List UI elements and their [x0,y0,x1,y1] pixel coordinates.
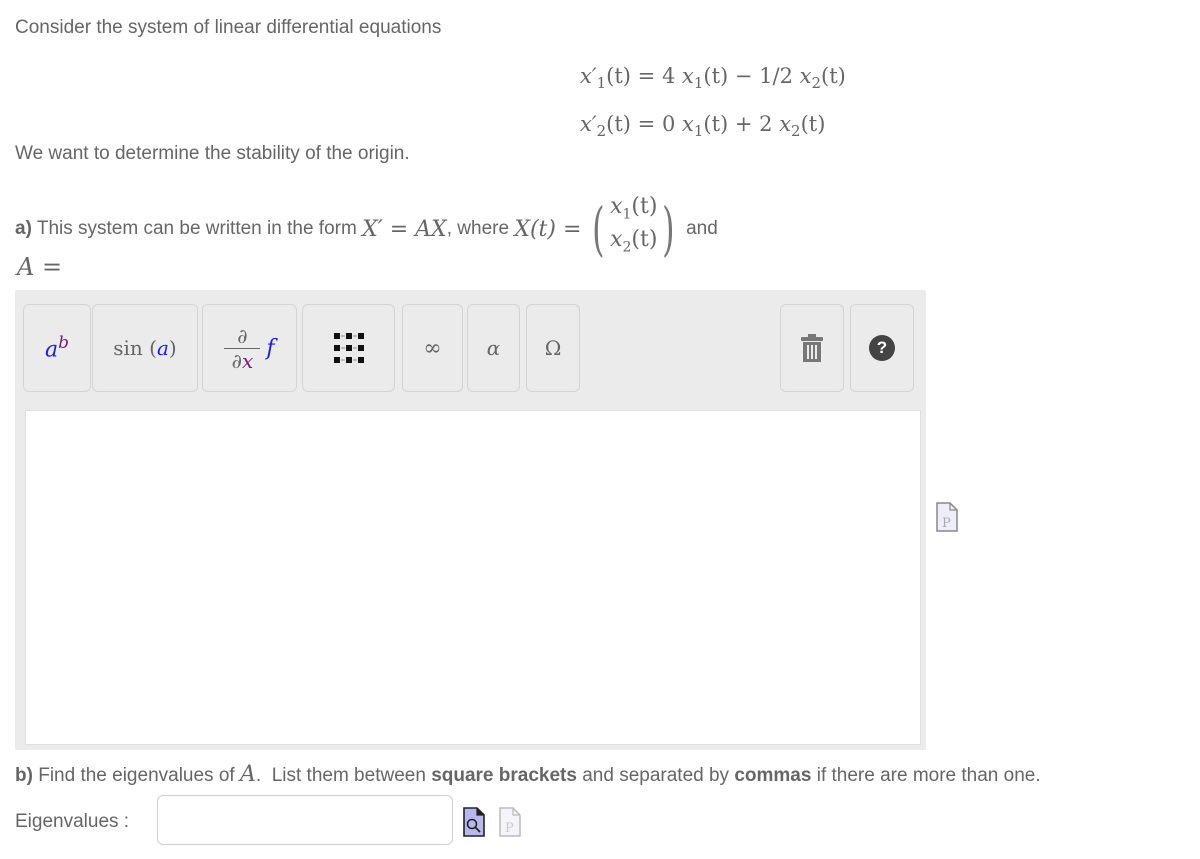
eigenvalues-label: Eigenvalues : [15,811,130,832]
equation-2: x′2(t) = 0 x1(t) + 2 x2(t) [580,112,826,140]
superscript-button[interactable]: ab [23,304,91,392]
help-icon: ? [869,335,895,361]
state-vector: ( x1(t) x2(t) ) [592,194,675,264]
matrix-input-area[interactable] [25,410,921,745]
trash-button[interactable] [780,304,844,392]
function-button[interactable]: sin (a) [92,304,198,392]
greek-lower-button[interactable]: α [467,304,520,392]
eigenvalues-input[interactable] [157,795,453,845]
greek-upper-button[interactable]: Ω [526,304,580,392]
svg-text:P: P [942,516,951,531]
equation-system: x′1(t) = 4 x1(t) − 1/2 x2(t) x′2(t) = 0 … [580,56,846,152]
derivative-button[interactable]: ∂ ∂x f [202,304,297,392]
preview-icon[interactable] [463,807,485,843]
help-button[interactable]: ? [850,304,914,392]
omega-icon: Ω [544,336,562,360]
infinity-icon: ∞ [423,335,442,361]
stability-text: We want to determine the stability of th… [15,143,410,164]
a-equals-label: A = [17,253,63,281]
part-a-prompt: a) This system can be written in the for… [15,194,718,264]
math-editor: ab sin (a) ∂ ∂x f ∞ α Ω ? [15,290,926,750]
alpha-icon: α [486,336,501,360]
pdf-icon[interactable]: P [936,502,958,538]
x-definition: X(t) = [514,216,582,242]
svg-text:P: P [505,821,514,836]
part-a-label: a) [15,218,32,240]
form-expression: X′ = AX [362,216,447,242]
trash-icon [801,334,823,362]
intro-text: Consider the system of linear differenti… [15,17,442,38]
infinity-button[interactable]: ∞ [402,304,463,392]
part-b-prompt: b) Find the eigenvalues of A. List them … [15,762,1041,787]
matrix-button[interactable] [302,304,395,392]
equation-1: x′1(t) = 4 x1(t) − 1/2 x2(t) [580,64,846,92]
pdf-icon[interactable]: P [499,807,521,843]
matrix-icon [333,333,364,363]
